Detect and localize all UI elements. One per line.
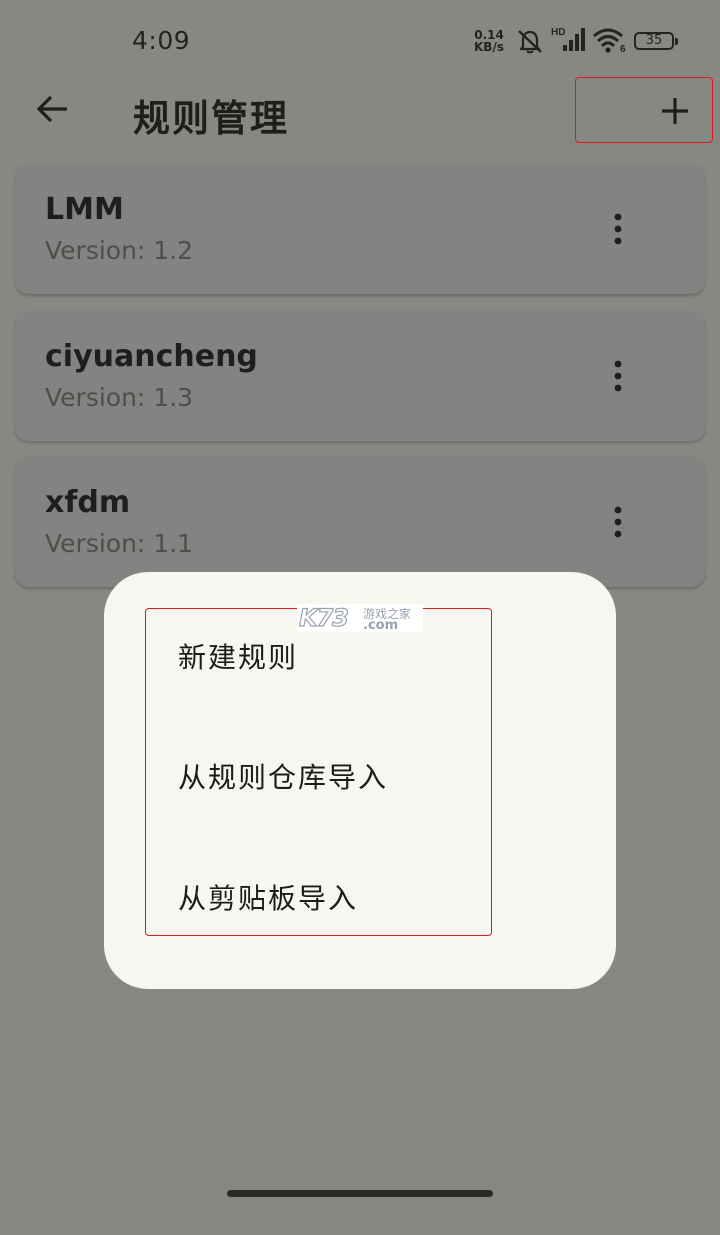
more-vertical-icon [614,360,622,392]
signal-icon: HD [551,24,587,58]
mute-bell-icon [514,28,546,58]
status-bar: 4:09 0.14 KB/s HD 6 35 [0,0,720,80]
add-rule-menu: K73 游戏之家 .com 新建规则 从规则仓库导入 从剪贴板导入 [104,572,616,989]
network-speed: 0.14 KB/s [474,29,504,53]
back-button[interactable] [24,86,80,136]
add-rule-button[interactable] [575,77,713,143]
rule-version: Version: 1.1 [45,529,194,558]
wifi-icon: 6 [592,27,628,59]
more-vertical-icon [614,506,622,538]
more-options-button[interactable] [601,204,635,254]
menu-item-import-from-repository[interactable]: 从规则仓库导入 [178,756,388,796]
watermark-logo-text: K73 [298,603,349,632]
network-type-label: HD [551,27,565,38]
page-title: 规则管理 [133,97,289,140]
menu-item-new-rule[interactable]: 新建规则 [178,636,298,676]
home-indicator[interactable] [227,1190,493,1197]
rule-name: LMM [45,192,124,227]
rule-name: ciyuancheng [45,339,258,374]
rule-name: xfdm [45,485,131,520]
arrow-left-icon [35,94,69,128]
battery-level: 35 [645,33,663,48]
more-vertical-icon [614,213,622,245]
network-speed-unit: KB/s [474,40,504,54]
rule-version: Version: 1.3 [45,383,194,412]
rule-card-lmm[interactable]: LMM Version: 1.2 [15,164,705,294]
watermark-domain-text: .com [363,618,399,633]
rule-card-xfdm[interactable]: xfdm Version: 1.1 [15,457,705,587]
battery-icon: 35 [634,32,678,50]
rule-card-ciyuancheng[interactable]: ciyuancheng Version: 1.3 [15,311,705,441]
rule-version: Version: 1.2 [45,236,194,265]
menu-item-import-from-clipboard[interactable]: 从剪贴板导入 [178,877,358,917]
plus-icon [662,98,688,124]
wifi-generation-label: 6 [620,44,626,55]
more-options-button[interactable] [601,351,635,401]
more-options-button[interactable] [601,497,635,547]
watermark-logo: K73 游戏之家 .com [297,603,423,633]
status-time: 4:09 [132,26,191,55]
